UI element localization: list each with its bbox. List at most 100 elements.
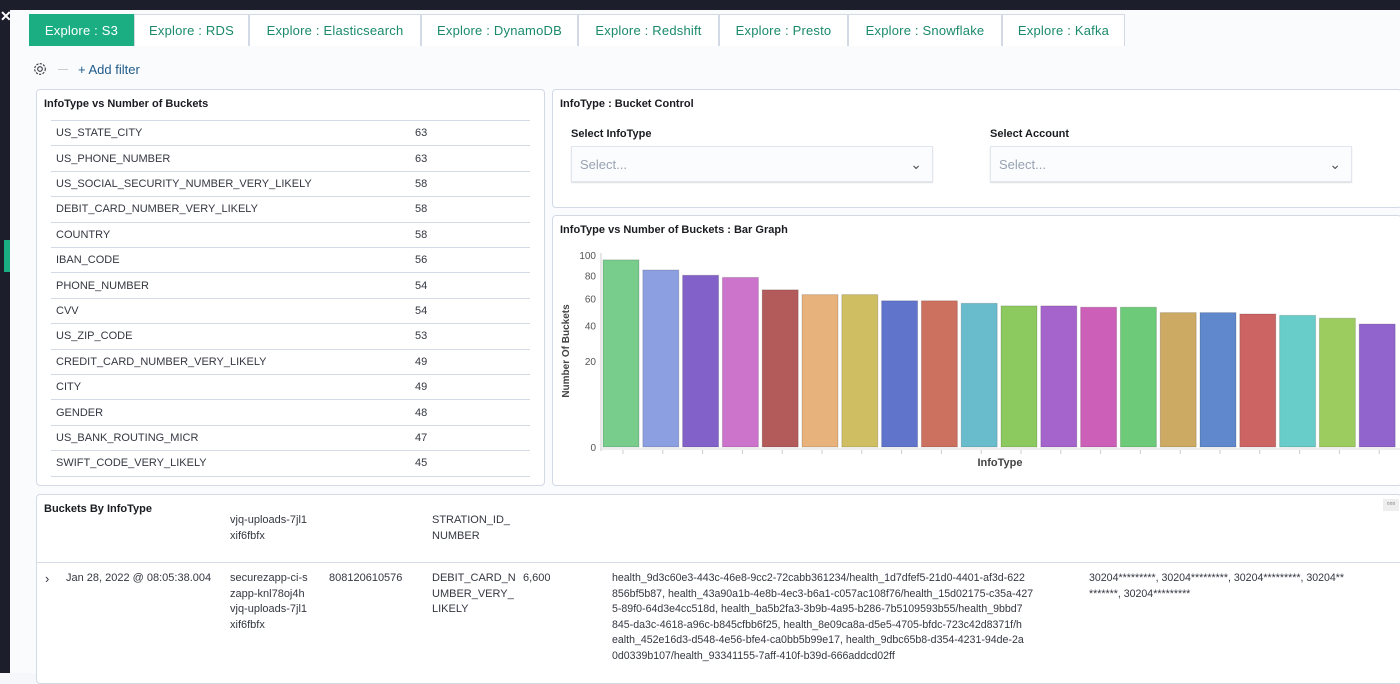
table-row: PHONE_NUMBER 54 [51, 272, 530, 297]
bar[interactable] [960, 302, 998, 448]
y-tick-label: 100 [579, 251, 596, 262]
table-row: US_SOCIAL_SECURITY_NUMBER_VERY_LIKELY 58 [51, 170, 530, 196]
bar[interactable] [881, 300, 919, 448]
chevron-down-icon: ⌄ [1329, 155, 1341, 172]
table-row: US_BANK_ROUTING_MICR 47 [51, 424, 530, 450]
table-row: IBAN_CODE 56 [51, 247, 530, 272]
bucket-count: 49 [415, 355, 428, 368]
bucket-count: 45 [415, 457, 428, 470]
bar[interactable] [642, 269, 680, 448]
infotype-name: IBAN_CODE [56, 254, 120, 267]
bucket-cell: securezapp-ci-s zapp-knl78oj4h vjq-uploa… [230, 572, 308, 631]
tab-rds[interactable]: Explore : RDS [134, 14, 249, 46]
table-row: GENDER 48 [51, 399, 530, 424]
bar[interactable] [1159, 312, 1197, 448]
y-tick-label: 80 [585, 271, 597, 282]
select-infotype-dropdown[interactable]: Select... ⌄ [571, 146, 933, 182]
infotype-name: CREDIT_CARD_NUMBER_VERY_LIKELY [56, 355, 267, 368]
y-tick-label: 20 [585, 357, 597, 368]
bar[interactable] [1358, 323, 1396, 448]
y-tick-label: 40 [585, 322, 597, 333]
bucket-count: 63 [415, 127, 428, 140]
bar[interactable] [1199, 312, 1237, 448]
tab-kafka[interactable]: Explore : Kafka [1002, 14, 1125, 46]
infotype-name: SWIFT_CODE_VERY_LIKELY [56, 457, 207, 470]
masked-values-cell: 30204*********, 30204*********, 30204***… [1089, 572, 1345, 600]
time-cell: Jan 28, 2022 @ 08:05:38.004 [66, 572, 212, 584]
bar[interactable] [1000, 305, 1038, 448]
bucket-count: 58 [415, 228, 428, 241]
bar[interactable] [761, 289, 799, 448]
tab-presto[interactable]: Explore : Presto [719, 14, 848, 46]
bar[interactable] [920, 300, 958, 448]
buckets-panel: Buckets By InfoType ▫▫▫ vjq-uploads-7jl1… [36, 494, 1400, 684]
bar[interactable] [721, 276, 759, 448]
bucket-count: 49 [415, 381, 428, 394]
bar[interactable] [801, 294, 839, 448]
account-cell: 808120610576 [329, 572, 403, 584]
gear-icon[interactable] [32, 61, 48, 77]
top-bar [0, 0, 1400, 10]
table-row: COUNTRY 58 [51, 221, 530, 247]
infotype-name: US_PHONE_NUMBER [56, 152, 171, 165]
options-menu-icon[interactable]: ▫▫▫ [1383, 499, 1399, 511]
bar[interactable] [1040, 305, 1078, 448]
select-account-label: Select Account [990, 128, 1070, 140]
infotype-name: DEBIT_CARD_NUMBER_VERY_LIKELY [56, 203, 258, 216]
bucket-count: 53 [415, 330, 428, 343]
bar[interactable] [1119, 306, 1157, 448]
y-axis-label: Number Of Buckets [561, 304, 572, 398]
table-row: CREDIT_CARD_NUMBER_VERY_LIKELY 49 [51, 348, 530, 374]
tab-snowflake[interactable]: Explore : Snowflake [848, 14, 1002, 46]
tab-bar: Explore : S3 Explore : RDS Explore : Elast… [29, 14, 1125, 46]
sidebar [0, 0, 10, 673]
expand-row-chevron-icon[interactable]: › [45, 571, 49, 587]
bar[interactable] [1080, 306, 1118, 448]
row-divider [37, 562, 1400, 563]
infotype-name: CVV [56, 304, 79, 317]
bucket-cell: vjq-uploads-7jl1 xif6fbfx [230, 514, 308, 542]
table-row: DEBIT_CARD_NUMBER_VERY_LIKELY 58 [51, 196, 530, 221]
panel-title: InfoType : Bucket Control [560, 98, 694, 110]
bucket-count: 54 [415, 279, 428, 292]
infotype-name: US_BANK_ROUTING_MICR [56, 431, 199, 444]
bucket-count: 47 [415, 431, 428, 444]
infotype-table-panel: InfoType vs Number of Buckets US_STATE_C… [36, 89, 545, 486]
bar[interactable] [1279, 314, 1317, 448]
table-row: SWIFT_CODE_VERY_LIKELY 45 [51, 450, 530, 475]
table-row: CITY 49 [51, 374, 530, 399]
y-tick-label: 60 [585, 294, 597, 305]
tab-elasticsearch[interactable]: Explore : Elasticsearch [249, 14, 421, 46]
select-account-dropdown[interactable]: Select... ⌄ [990, 146, 1352, 182]
bar[interactable] [602, 259, 640, 448]
tab-s3[interactable]: Explore : S3 [29, 14, 134, 46]
filter-bar: + Add filter [32, 61, 140, 77]
bucket-control-panel: InfoType : Bucket Control Select InfoTyp… [552, 89, 1400, 208]
infotype-cell: DEBIT_CARD_N UMBER_VERY_ LIKELY [432, 572, 516, 615]
infotype-cell: STRATION_ID_ NUMBER [432, 514, 511, 542]
divider [58, 68, 68, 70]
health-cell: health_9d3c60e3-443c-46e8-9cc2-72cabb361… [612, 572, 1034, 662]
bar[interactable] [841, 294, 879, 448]
infotype-name: US_ZIP_CODE [56, 330, 133, 343]
x-axis-label: InfoType [977, 457, 1022, 469]
panel-title: Buckets By InfoType [44, 503, 152, 515]
placeholder: Select... [580, 156, 627, 172]
tab-dynamodb[interactable]: Explore : DynamoDB [421, 14, 578, 46]
tab-redshift[interactable]: Explore : Redshift [578, 14, 719, 46]
table-row: US_STATE_CITY 63 [51, 120, 530, 145]
y-tick-label: 0 [590, 443, 596, 454]
bar[interactable] [1318, 317, 1356, 448]
bar-graph-panel: InfoType vs Number of Buckets : Bar Grap… [552, 215, 1400, 486]
bucket-count: 63 [415, 152, 428, 165]
bucket-count: 58 [415, 203, 428, 216]
table-row: CVV 54 [51, 297, 530, 323]
add-filter-button[interactable]: + Add filter [78, 62, 140, 77]
row-divider [51, 475, 530, 477]
infotype-name: GENDER [56, 406, 104, 419]
bar[interactable] [682, 274, 720, 448]
panel-title: InfoType vs Number of Buckets [44, 98, 209, 110]
bucket-count: 48 [415, 406, 428, 419]
bar[interactable] [1239, 313, 1277, 448]
chevron-down-icon: ⌄ [910, 155, 922, 172]
